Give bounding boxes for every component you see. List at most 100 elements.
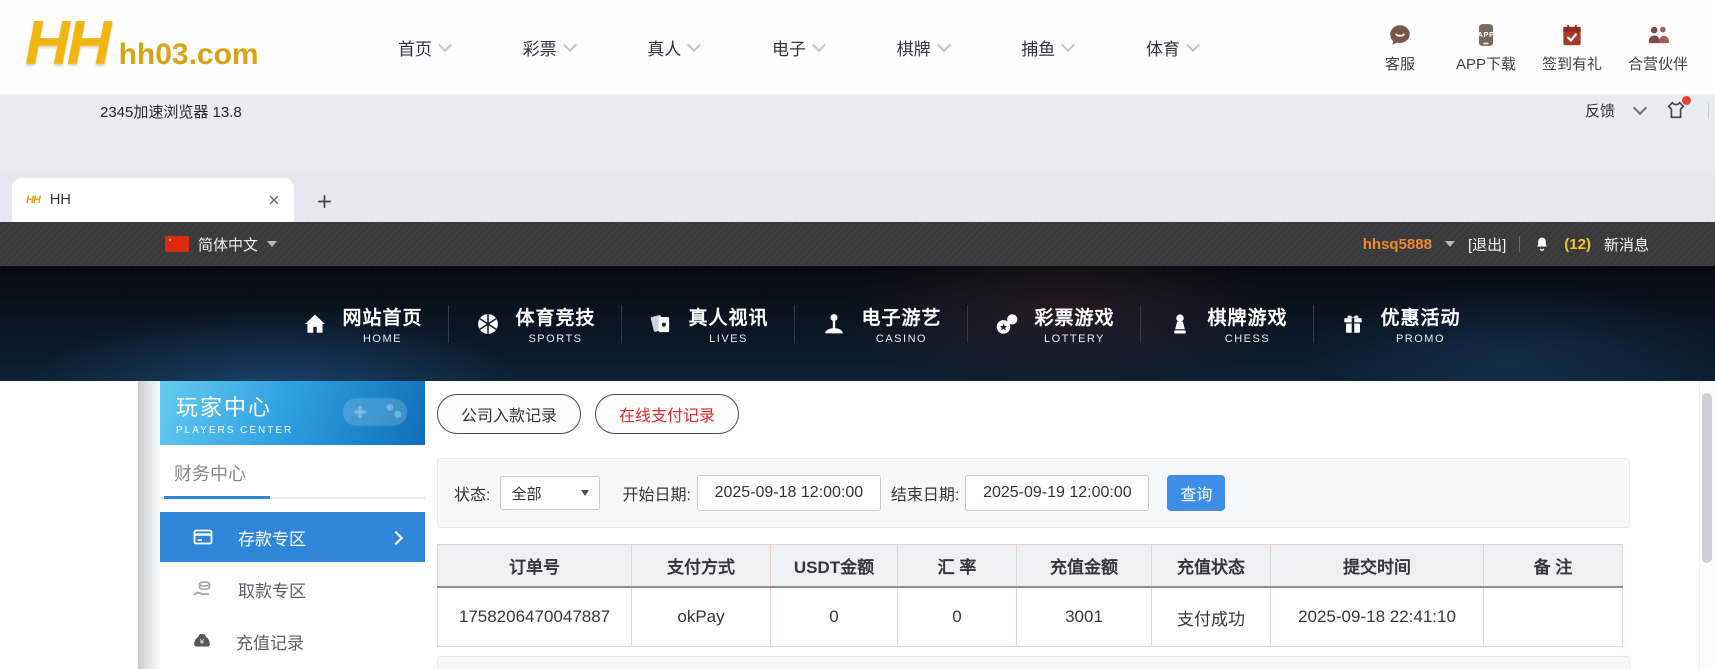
col-remark: 备 注	[1484, 545, 1623, 588]
nav-item-label: 真人	[647, 35, 681, 60]
select-arrow-icon	[581, 490, 589, 496]
mainnav-lives[interactable]: 真人视讯LIVES	[622, 303, 794, 345]
bell-icon[interactable]	[1533, 235, 1551, 253]
tab-company-deposit-records[interactable]: 公司入款记录	[437, 394, 581, 434]
col-order-no: 订单号	[438, 545, 632, 588]
home-icon	[301, 310, 329, 338]
mainnav-label-en: LOTTERY	[1034, 333, 1114, 345]
quicklink-customer-service[interactable]: 客服	[1357, 22, 1443, 74]
scrollbar-thumb[interactable]	[1702, 393, 1712, 563]
site-logo[interactable]: HH hh03.com	[25, 4, 259, 84]
chrome-divider	[1708, 103, 1709, 119]
sidebar-item-label: 充值记录	[236, 629, 304, 654]
query-button[interactable]: 查询	[1167, 475, 1225, 511]
cell-usdt-amount: 0	[771, 587, 898, 647]
screen: HH hh03.com 首页 彩票 真人 电子 棋牌 捕鱼 体育 客服 APP	[0, 0, 1715, 669]
mainnav-label-zh: 电子游艺	[861, 303, 941, 330]
quicklink-partners[interactable]: 合营伙伴	[1615, 22, 1701, 74]
caret-down-icon[interactable]	[1445, 241, 1455, 247]
cell-remark	[1484, 587, 1623, 647]
page-scrollbar[interactable]	[1699, 381, 1715, 669]
col-recharge-status: 充值状态	[1152, 545, 1271, 588]
mainnav-sports[interactable]: 体育竞技 SPORTS	[449, 303, 621, 345]
player-center-banner: 玩家中心 PLAYERS CENTER	[160, 381, 425, 445]
site-nav: 首页 彩票 真人 电子 棋牌 捕鱼 体育	[398, 0, 1198, 95]
mainnav-casino[interactable]: 电子游艺 CASINO	[795, 303, 967, 345]
cell-recharge-amount: 3001	[1017, 587, 1152, 647]
message-label[interactable]: 新消息	[1604, 234, 1649, 255]
table-row: 1758206470047887 okPay 0 0 3001 支付成功 202…	[438, 587, 1623, 647]
start-date-label: 开始日期:	[622, 481, 690, 505]
status-select[interactable]: 全部	[500, 476, 600, 510]
mainnav-label-en: SPORTS	[515, 333, 595, 345]
start-date-input[interactable]: 2025-09-18 12:00:00	[697, 475, 881, 511]
mainnav-home[interactable]: 网站首页HOME	[276, 303, 448, 345]
signin-gift-icon	[1559, 22, 1585, 48]
chevron-down-icon	[937, 38, 951, 52]
quick-links: 客服 APP APP下载 签到有礼 合营伙伴	[1357, 0, 1701, 95]
logout-button[interactable]: [退出]	[1468, 234, 1506, 255]
record-tabs: 公司入款记录 在线支付记录	[437, 394, 1697, 434]
withdraw-hand-icon	[191, 577, 215, 601]
records-table: 订单号 支付方式 USDT金额 汇 率 充值金额 充值状态 提交时间 备 注 1…	[437, 544, 1623, 647]
language-label: 简体中文	[198, 234, 258, 255]
sidebar-item-withdraw[interactable]: 取款专区	[160, 564, 425, 614]
mainnav-label-en: HOME	[342, 333, 422, 345]
mainnav-label-zh: 体育竞技	[515, 303, 595, 330]
customer-service-icon	[1387, 22, 1413, 48]
theme-shirt-icon[interactable]	[1665, 99, 1687, 121]
main-site-nav: 网站首页HOME 体育竞技 SPORTS 真人视讯LIVES 电子游艺 CASINO…	[0, 266, 1715, 381]
cell-payment-method: okPay	[632, 587, 771, 647]
nav-item-chess[interactable]: 棋牌	[897, 35, 949, 60]
mainnav-label-zh: 优惠活动	[1380, 303, 1460, 330]
sidebar-item-recharge-records[interactable]: ¥ 充值记录	[160, 616, 425, 666]
feedback-button[interactable]: 反馈	[1585, 100, 1615, 121]
sidebar-menu: 存款专区 取款专区 ¥ 充值记录	[160, 512, 425, 666]
sidebar-item-deposit[interactable]: 存款专区	[160, 512, 425, 562]
pagination-panel	[437, 656, 1630, 669]
gift-icon	[1339, 310, 1367, 338]
nav-item-slots[interactable]: 电子	[772, 35, 824, 60]
mainnav-label-en: LIVES	[688, 333, 768, 345]
mainnav-lottery[interactable]: 彩票游戏LOTTERY	[968, 303, 1140, 345]
end-date-input[interactable]: 2025-09-19 12:00:00	[965, 475, 1149, 511]
joystick-icon	[820, 310, 848, 338]
mainnav-label-en: PROMO	[1380, 333, 1460, 345]
chevron-down-icon	[812, 38, 826, 52]
mainnav-chess[interactable]: 棋牌游戏CHESS	[1141, 303, 1313, 345]
nav-item-home[interactable]: 首页	[398, 35, 450, 60]
language-selector[interactable]: 简体中文	[165, 234, 277, 255]
mainnav-label-en: CASINO	[861, 333, 941, 345]
chevron-down-icon	[438, 38, 452, 52]
nav-item-fishing[interactable]: 捕鱼	[1021, 35, 1073, 60]
section-underline	[160, 497, 425, 499]
nav-item-label: 首页	[398, 35, 432, 60]
cn-flag-icon	[165, 236, 189, 252]
chevron-down-icon[interactable]	[1633, 100, 1647, 114]
quicklink-signin-gift[interactable]: 签到有礼	[1529, 22, 1615, 74]
nav-item-sports[interactable]: 体育	[1146, 35, 1198, 60]
app-badge-text: APP	[1473, 30, 1499, 39]
status-label: 状态:	[454, 481, 490, 505]
table-header-row: 订单号 支付方式 USDT金额 汇 率 充值金额 充值状态 提交时间 备 注	[438, 545, 1623, 588]
username[interactable]: hhsq5888	[1363, 236, 1432, 253]
nav-item-lottery[interactable]: 彩票	[523, 35, 575, 60]
quicklink-label: 客服	[1385, 53, 1415, 74]
quicklink-app-download[interactable]: APP APP下载	[1443, 22, 1529, 74]
tab-online-payment-records[interactable]: 在线支付记录	[595, 394, 739, 434]
mainnav-promo[interactable]: 优惠活动 PROMO	[1314, 303, 1486, 345]
tab-close-icon[interactable]	[268, 194, 280, 206]
lottery-balls-icon	[993, 310, 1021, 338]
browser-tab-active[interactable]: HH HH	[12, 178, 294, 222]
chevron-down-icon	[1061, 38, 1075, 52]
logo-domain-text: hh03.com	[119, 38, 259, 72]
message-count[interactable]: (12)	[1564, 236, 1591, 253]
nav-item-label: 电子	[772, 35, 806, 60]
chevron-right-icon	[389, 531, 403, 545]
chess-pawn-icon	[1166, 310, 1194, 338]
caret-down-icon	[267, 241, 277, 247]
new-tab-icon[interactable]	[316, 193, 333, 210]
nav-item-live[interactable]: 真人	[647, 35, 699, 60]
app-download-icon: APP	[1473, 22, 1499, 48]
divider	[1519, 236, 1520, 252]
